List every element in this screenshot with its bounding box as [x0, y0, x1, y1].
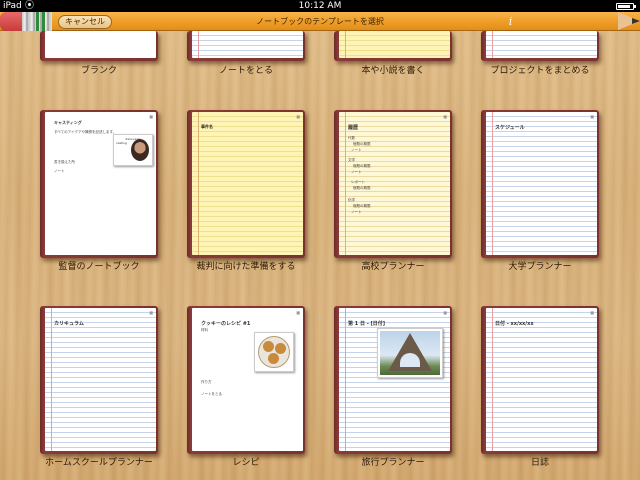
template-label: 監督のノートブック — [58, 262, 140, 272]
page-heading: 第 1 日 - [日付] — [348, 321, 386, 327]
page-heading: クッキーのレシピ #1 — [201, 321, 251, 327]
template-label: レシピ — [232, 458, 260, 468]
template-label: 日誌 — [530, 458, 549, 468]
template-label: 裁判に向けた準備をする — [196, 262, 296, 272]
template-book-writing[interactable] — [334, 31, 452, 61]
template-college-planner[interactable]: ■ スケジュール — [481, 110, 599, 258]
template-label: ブランク — [80, 66, 117, 76]
battery-icon — [616, 3, 636, 10]
template-travel-planner[interactable]: ■ 第 1 日 - [日付] — [334, 306, 452, 454]
eiffel-tower-photo — [377, 328, 443, 378]
page-heading: スケジュール — [495, 125, 525, 131]
template-project[interactable] — [481, 31, 599, 61]
template-recipe[interactable]: ■ クッキーのレシピ #1 材料 作り方 ノートをとる — [187, 306, 305, 454]
template-trial-prep[interactable]: ■ 事件名 — [187, 110, 305, 258]
status-bar: iPad ⦿ 10:12 AM — [0, 0, 640, 12]
page-heading: 事件名 — [201, 124, 213, 129]
page-heading: 履歴 — [348, 125, 359, 131]
template-label: 大学プランナー — [508, 262, 572, 272]
template-homeschool-planner[interactable]: ■ カリキュラム — [40, 306, 158, 454]
template-label: 旅行プランナー — [361, 458, 425, 468]
info-icon[interactable]: i — [504, 15, 517, 28]
cookie-photo — [254, 332, 294, 372]
toolbar-title: ノートブックのテンプレートを選択 — [256, 17, 384, 26]
status-time: 10:12 AM — [298, 1, 342, 11]
director-photo: dans.jaala casting — [113, 134, 153, 166]
template-label: プロジェクトをまとめる — [490, 66, 590, 76]
portrait-image — [131, 139, 149, 161]
page-heading: 日付 - xx/xx/xx — [495, 321, 534, 327]
template-label: 本や小説を書く — [361, 66, 425, 76]
page-heading: カリキュラム — [54, 321, 84, 327]
template-directors-notebook[interactable]: ■ キャスティング すべてのアイデアや構想を記述します。 dans.jaala … — [40, 110, 158, 258]
template-journal[interactable]: ■ 日付 - xx/xx/xx — [481, 306, 599, 454]
template-label: ノートをとる — [218, 66, 273, 76]
template-note-taking[interactable] — [187, 31, 305, 61]
template-high-school-planner[interactable]: ■ 履歴 代数 宿題の期限 ノート 文学 宿題の期限 ノート レポート 宿題の期… — [334, 110, 452, 258]
page-heading: キャスティング — [54, 120, 82, 125]
template-label: ホームスクールプランナー — [45, 458, 153, 468]
template-label: 高校プランナー — [361, 262, 425, 272]
template-blank[interactable] — [40, 31, 158, 61]
